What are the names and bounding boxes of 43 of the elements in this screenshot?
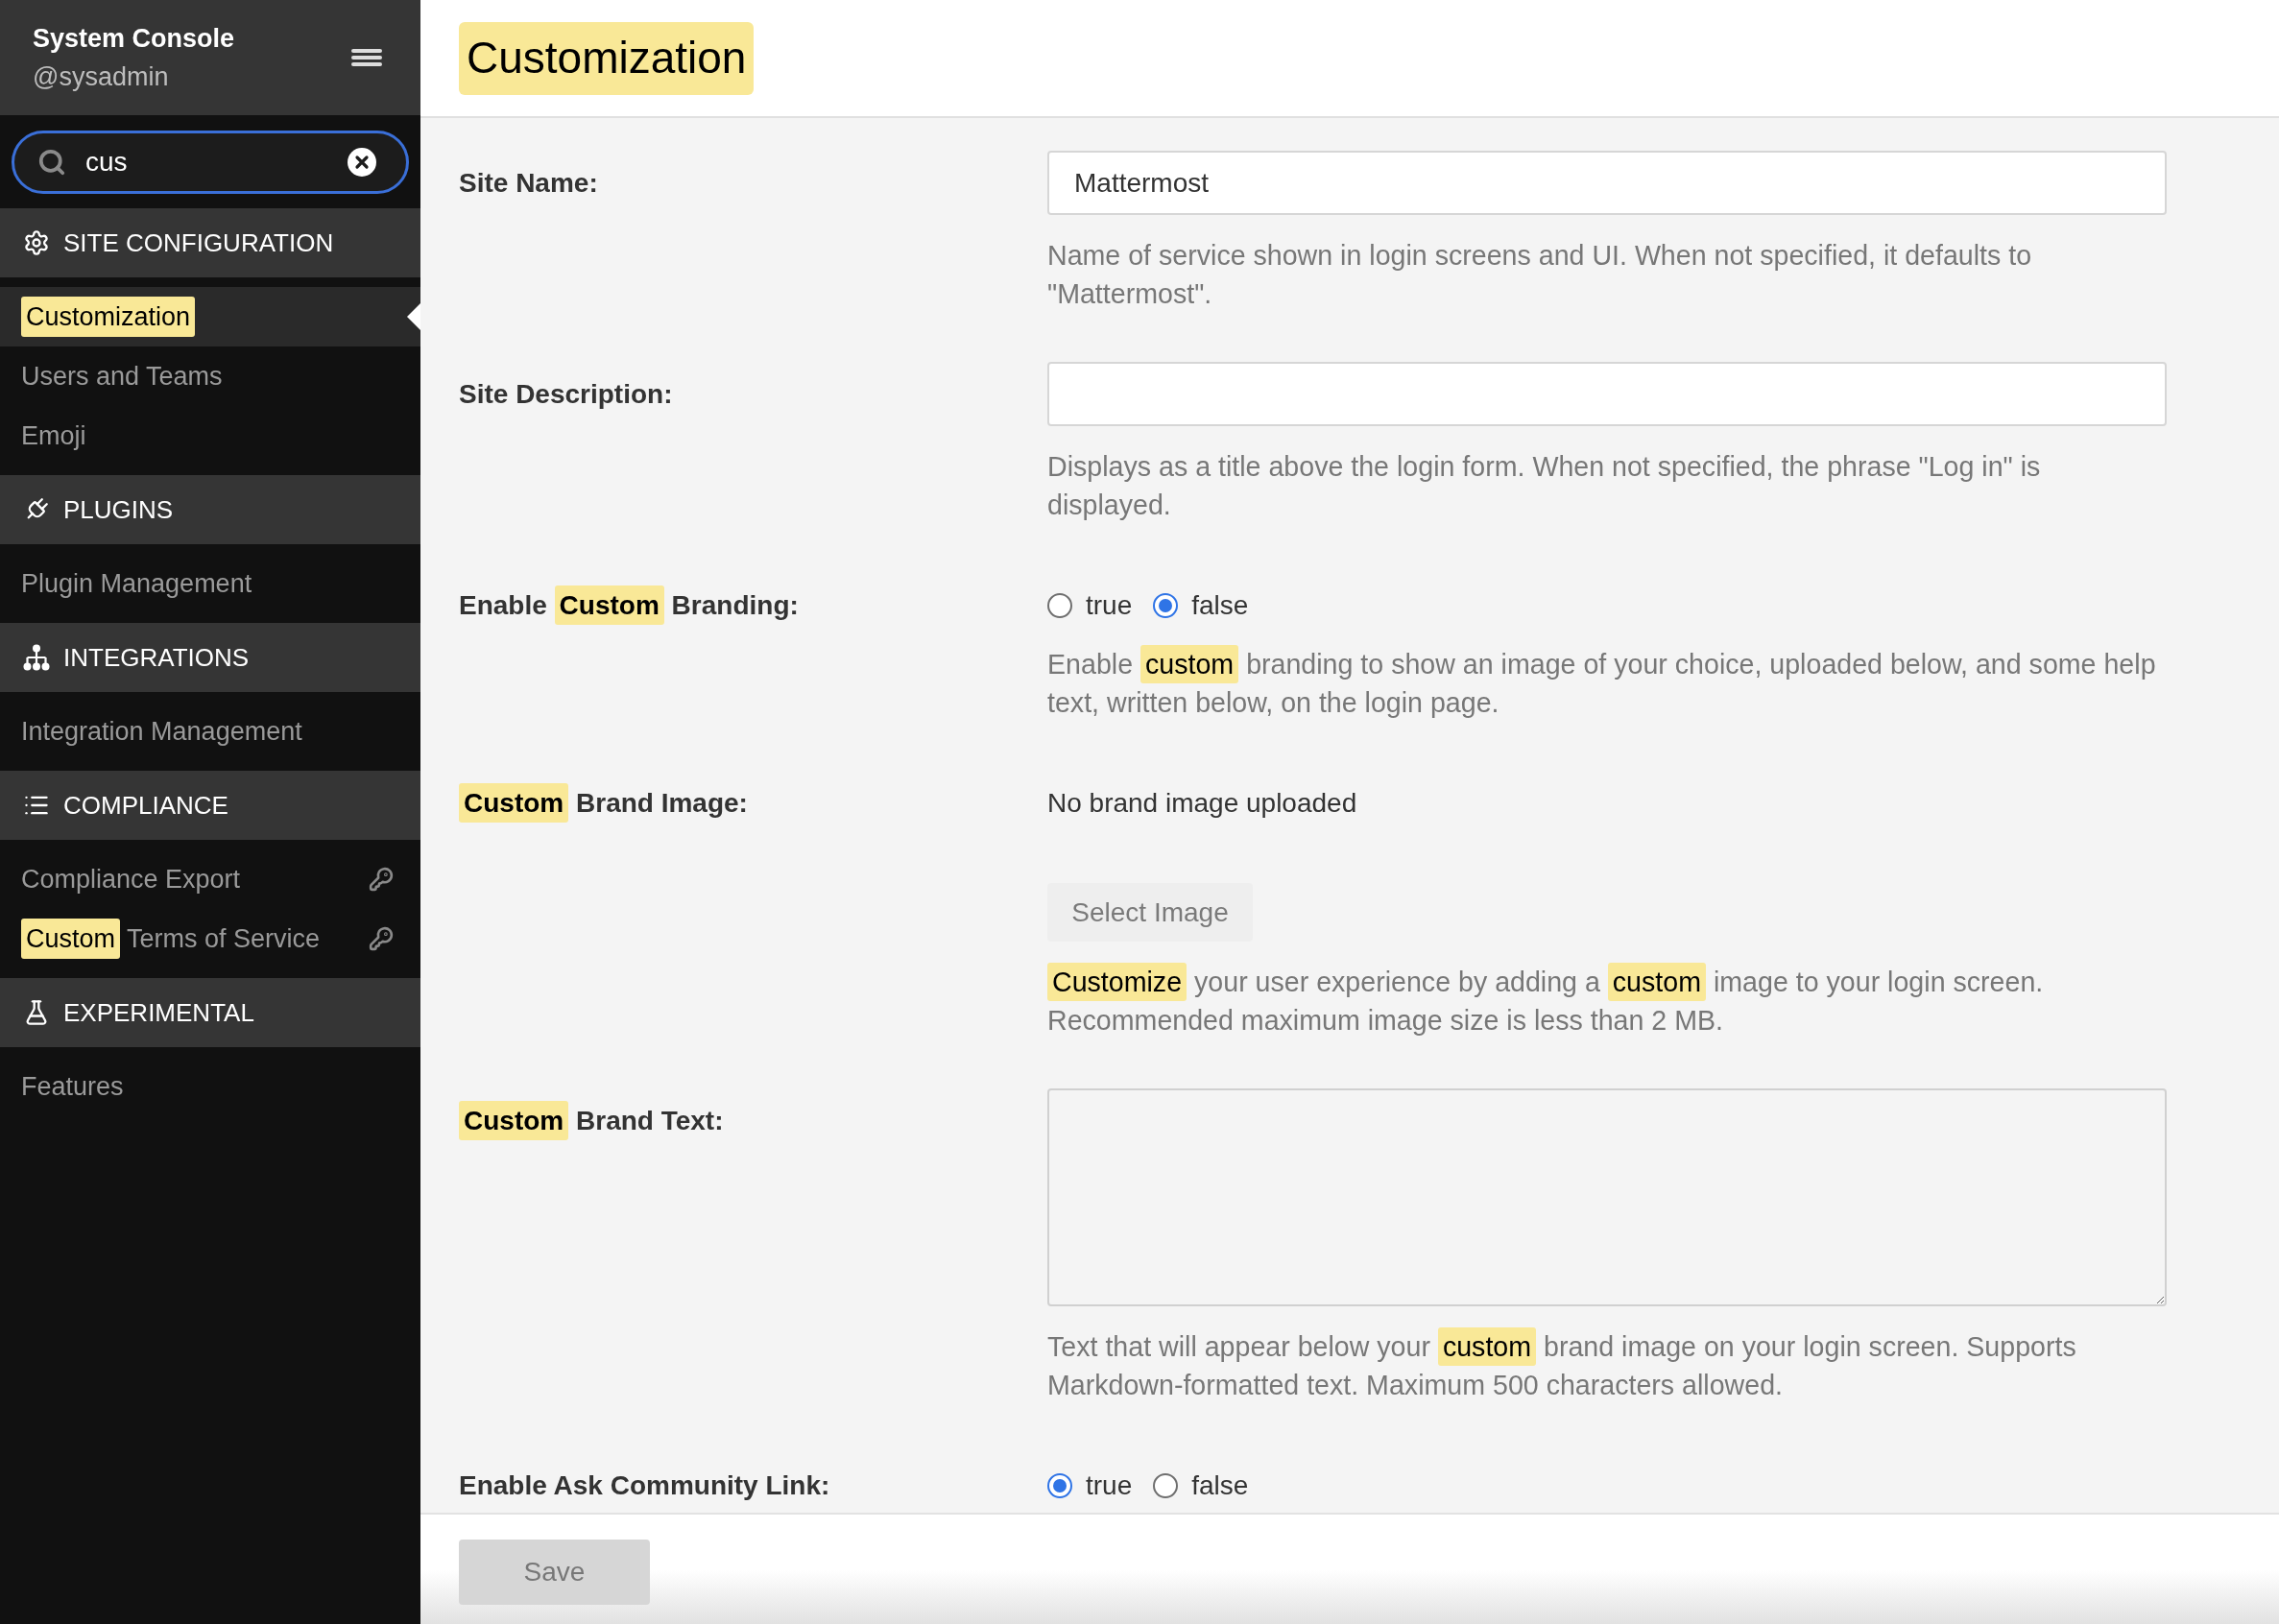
sidebar-item[interactable]: Users and Teams bbox=[0, 346, 420, 406]
section-title: EXPERIMENTAL bbox=[63, 996, 254, 1029]
input-field[interactable] bbox=[1047, 362, 2167, 426]
radio-option[interactable]: false bbox=[1153, 1465, 1249, 1506]
status-text: No brand image uploaded bbox=[1047, 786, 1357, 820]
help-text: Displays as a title above the login form. When not specified, the phrase "Log in" is displayed. bbox=[1047, 450, 2042, 522]
clear-icon[interactable] bbox=[348, 147, 376, 177]
setting-label: Custom Brand Image: bbox=[459, 782, 748, 824]
sidebar-item[interactable]: Compliance Export bbox=[0, 849, 420, 909]
console-title: System Console bbox=[33, 23, 235, 55]
sidebar-item[interactable]: Plugin Management bbox=[0, 554, 420, 613]
sitemap-icon bbox=[23, 644, 50, 671]
radio-option[interactable]: true bbox=[1047, 1465, 1133, 1506]
gear-icon bbox=[23, 229, 50, 256]
menu-icon[interactable] bbox=[351, 49, 382, 66]
setting-label: Enable Ask Community Link: bbox=[459, 1469, 830, 1502]
help-text: Text that will appear below your custom brand image on your login screen. Supports Markdown-formatted text. Maximum 500 characters allowed. bbox=[1047, 1327, 2167, 1404]
username: @sysadmin bbox=[33, 61, 170, 93]
setting-label: Enable Custom Branding: bbox=[459, 585, 799, 626]
input-field[interactable]: Mattermost bbox=[1047, 151, 2167, 215]
search-icon bbox=[37, 147, 66, 177]
section-title: SITE CONFIGURATION bbox=[63, 227, 334, 259]
setting-label: Custom Brand Text: bbox=[459, 1100, 724, 1141]
help-text: Name of service shown in login screens and UI. When not specified, it defaults to "Mattermost". bbox=[1047, 239, 2033, 311]
radio-option[interactable]: true bbox=[1047, 585, 1133, 626]
sidebar-item[interactable]: Features bbox=[0, 1057, 420, 1116]
section-title: INTEGRATIONS bbox=[63, 641, 250, 674]
key-icon bbox=[369, 926, 394, 951]
sidebar-item[interactable]: Integration Management bbox=[0, 702, 420, 761]
radio-option[interactable]: false bbox=[1153, 585, 1249, 626]
sidebar-item[interactable]: Custom Terms of Service bbox=[0, 909, 420, 968]
setting-label: Site Description: bbox=[459, 377, 673, 411]
sidebar-item[interactable]: Customization bbox=[0, 287, 420, 346]
help-text: Customize your user experience by adding a custom image to your login screen. Recommended maximum image size is less than 2 MB. bbox=[1047, 963, 2167, 1039]
textarea-field[interactable] bbox=[1047, 1088, 2167, 1306]
help-text: Enable custom branding to show an image of your choice, uploaded below, and some help text, written below, on the login page. bbox=[1047, 645, 2167, 722]
key-icon bbox=[369, 867, 394, 892]
setting-label: Site Name: bbox=[459, 166, 598, 200]
section-title: COMPLIANCE bbox=[63, 789, 228, 822]
page-title: Customization bbox=[459, 21, 755, 95]
sidebar-item[interactable]: Emoji bbox=[0, 406, 420, 466]
search-field[interactable]: cus bbox=[12, 130, 409, 194]
section-title: PLUGINS bbox=[63, 493, 174, 526]
